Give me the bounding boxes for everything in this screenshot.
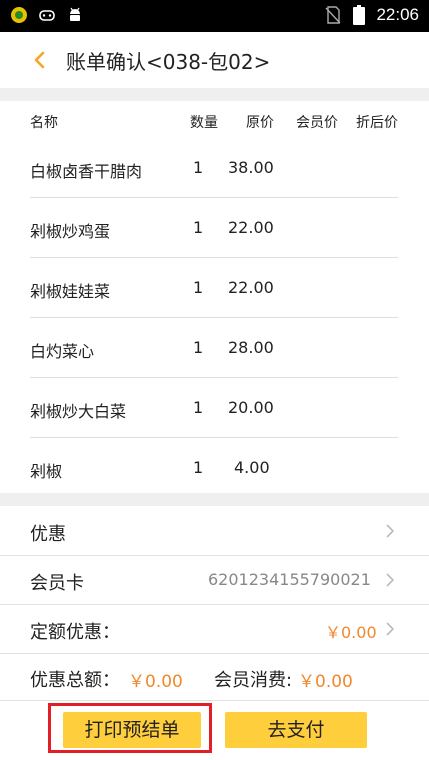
member-card-row[interactable]: 会员卡 6201234155790021 [0,556,429,604]
item-qty: 1 [193,218,204,237]
item-name: 剁椒炒鸡蛋 [30,222,111,241]
item-price: 22.00 [228,278,274,297]
member-spend-label: 会员消费: [214,670,293,691]
item-name: 白灼菜心 [30,342,95,361]
member-card-label: 会员卡 [30,573,84,594]
android-icon [66,6,84,24]
table-row[interactable]: 白椒卤香干腊肉 1 38.00 [0,138,429,198]
section-separator [0,88,429,101]
total-discount-value: ￥0.00 [128,672,183,692]
column-header-name: 名称 [30,115,58,131]
table-row[interactable]: 剁椒炒鸡蛋 1 22.00 [0,198,429,258]
item-price: 28.00 [228,338,274,357]
column-header-member-price: 会员价 [296,115,338,131]
item-name: 剁椒炒大白菜 [30,402,127,421]
table-row[interactable]: 剁椒娃娃菜 1 22.00 [0,258,429,318]
totals-row: 优惠总额： ￥0.00 会员消费: ￥0.00 [0,654,429,698]
item-qty: 1 [193,398,204,417]
member-card-number: 6201234155790021 [208,570,371,589]
status-bar: 22:06 [0,0,429,32]
column-header-price: 原价 [246,115,274,131]
app-badge-icon [10,6,28,24]
chevron-left-icon[interactable] [30,46,58,74]
item-price: 4.00 [234,458,270,477]
discount-label: 优惠 [30,524,66,545]
no-sim-icon [324,6,342,24]
fixed-discount-value: ￥0.00 [325,623,377,642]
section-separator [0,493,429,506]
item-name: 白椒卤香干腊肉 [30,162,143,181]
item-qty: 1 [193,158,204,177]
item-qty: 1 [193,278,204,297]
chevron-right-icon [385,523,395,539]
page-title: 账单确认<038-包02> [66,50,271,74]
row-divider [0,700,429,701]
item-qty: 1 [193,458,204,477]
print-pre-bill-button[interactable]: 打印预结单 [63,712,201,748]
status-time: 22:06 [376,5,419,24]
battery-icon [350,5,368,25]
gamepad-icon [38,6,56,24]
item-price: 20.00 [228,398,274,417]
table-row[interactable]: 剁椒 1 4.00 [0,438,429,498]
item-qty: 1 [193,338,204,357]
member-spend-value: ￥0.00 [298,672,353,692]
fixed-discount-label: 定额优惠： [30,622,120,643]
item-name: 剁椒 [30,462,63,481]
chevron-right-icon [385,572,395,588]
discount-row[interactable]: 优惠 [0,507,429,555]
column-header-qty: 数量 [190,115,218,131]
go-pay-button[interactable]: 去支付 [225,712,367,748]
chevron-right-icon [385,621,395,637]
item-price: 38.00 [228,158,274,177]
column-header-discount-price: 折后价 [356,115,398,131]
total-discount-label: 优惠总额： [30,670,120,691]
item-price: 22.00 [228,218,274,237]
fixed-discount-row[interactable]: 定额优惠： ￥0.00 [0,605,429,653]
header: 账单确认<038-包02> [0,32,429,88]
table-row[interactable]: 剁椒炒大白菜 1 20.00 [0,378,429,438]
item-name: 剁椒娃娃菜 [30,282,111,301]
table-row[interactable]: 白灼菜心 1 28.00 [0,318,429,378]
